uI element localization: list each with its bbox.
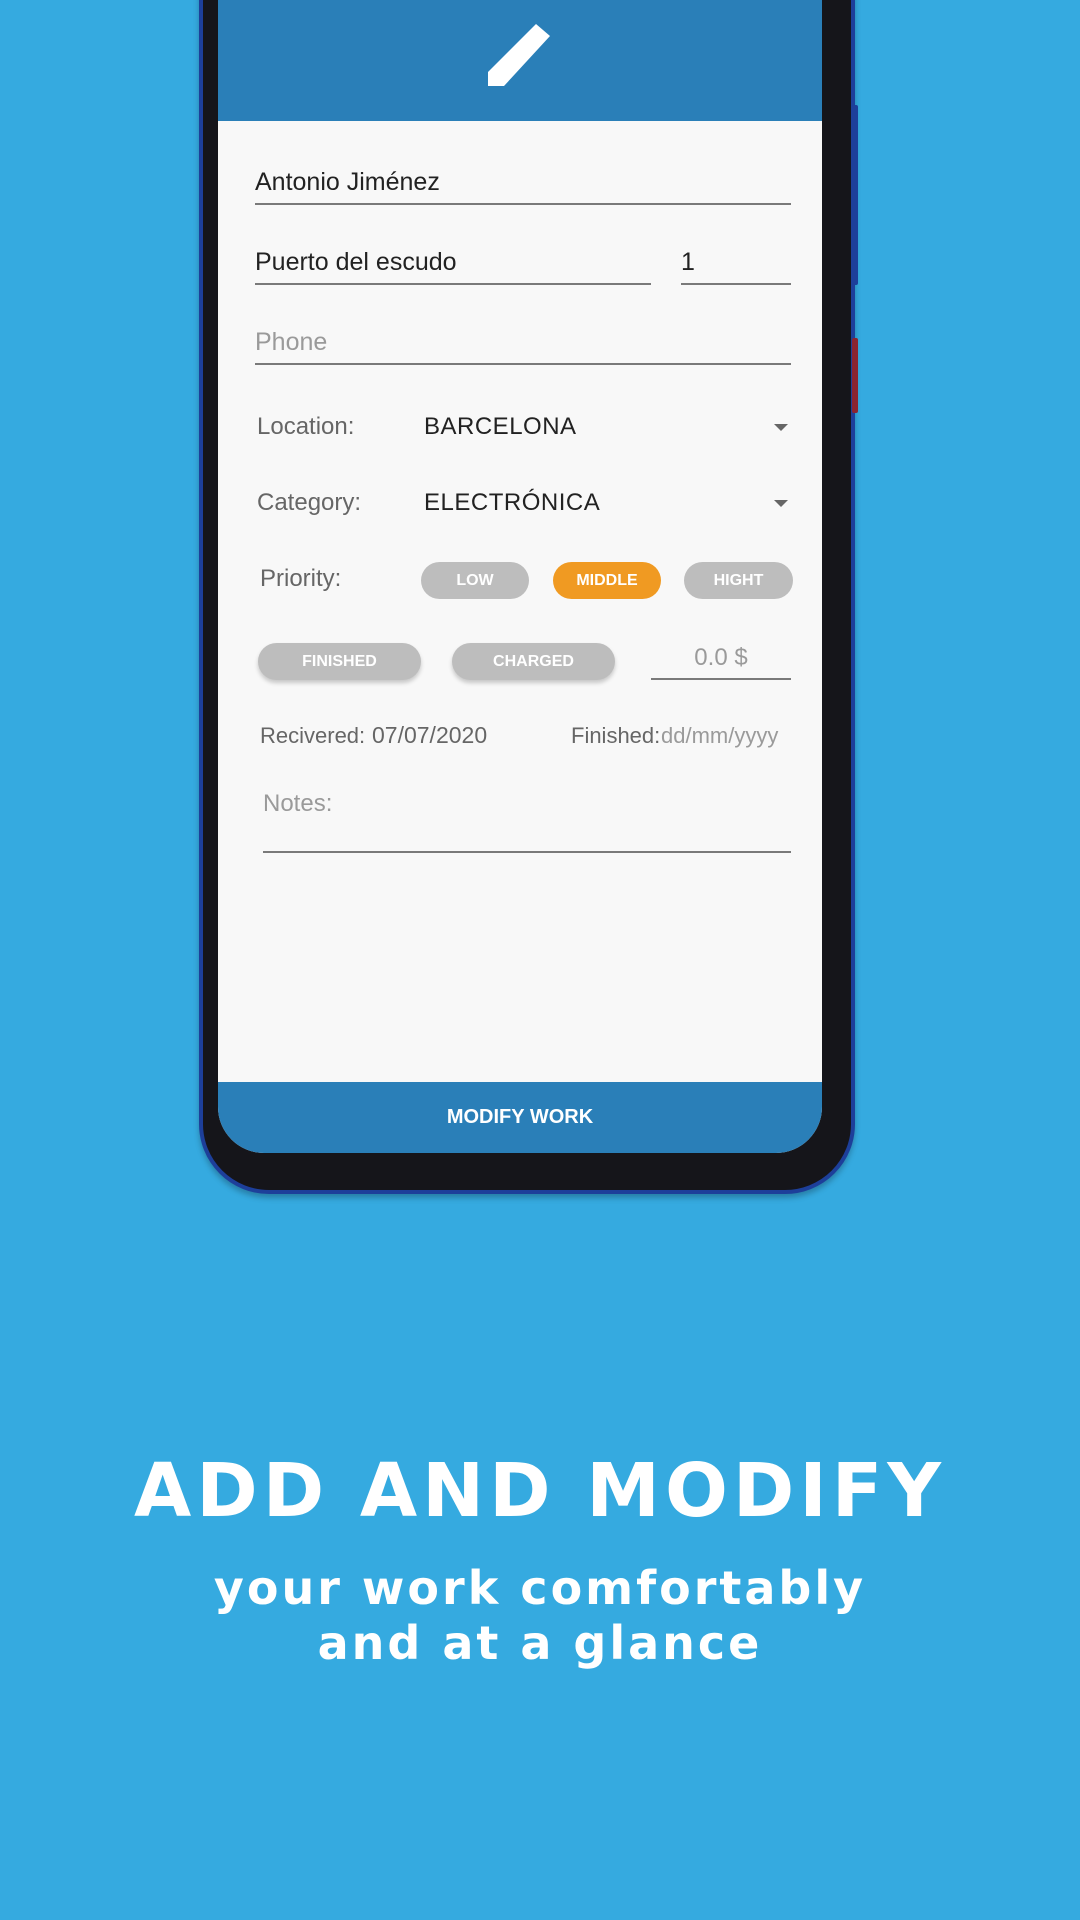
dropdown-arrow-icon	[774, 500, 788, 507]
received-label: Recivered:	[260, 723, 366, 748]
received-date[interactable]: 07/07/2020	[372, 722, 487, 749]
modify-work-button[interactable]: MODIFY WORK	[218, 1082, 822, 1153]
finished-date-input[interactable]: dd/mm/yyyy	[661, 723, 778, 749]
promo-subtitle-line2: and at a glance	[317, 1616, 763, 1670]
modify-work-label: MODIFY WORK	[446, 1106, 594, 1128]
power-button	[852, 338, 858, 413]
dropdown-arrow-icon	[774, 424, 788, 431]
address-value: Puerto del escudo	[255, 248, 457, 276]
promo-title: ADD AND MODIFY	[134, 1448, 946, 1534]
charged-button[interactable]: CHARGED	[452, 643, 615, 680]
price-input[interactable]: 0.0 $	[651, 644, 791, 680]
promo-subtitle-line1: your work comfortably	[213, 1561, 867, 1615]
address-input[interactable]: Puerto del escudo	[255, 248, 651, 285]
priority-label: Priority:	[260, 565, 342, 592]
category-value: ELECTRÓNICA	[424, 489, 601, 516]
category-label: Category:	[257, 489, 362, 516]
name-value: Antonio Jiménez	[255, 168, 440, 196]
volume-button	[852, 105, 858, 285]
finished-label: Finished:	[571, 723, 661, 748]
number-value: 1	[681, 248, 695, 276]
phone-input[interactable]: Phone	[255, 328, 791, 365]
name-input[interactable]: Antonio Jiménez	[255, 168, 791, 205]
location-dropdown[interactable]: BARCELONA	[418, 405, 793, 449]
location-value: BARCELONA	[424, 413, 577, 440]
price-placeholder: 0.0 $	[694, 644, 748, 671]
app-header	[218, 0, 822, 121]
location-label: Location:	[257, 413, 355, 440]
app-screen: Antonio Jiménez Puerto del escudo 1 Phon…	[218, 0, 822, 1153]
category-dropdown[interactable]: ELECTRÓNICA	[418, 481, 793, 525]
notes-input[interactable]: Notes:	[263, 790, 791, 853]
priority-low-chip[interactable]: LOW	[421, 562, 529, 599]
finished-button[interactable]: FINISHED	[258, 643, 421, 680]
priority-hight-chip[interactable]: HIGHT	[684, 562, 793, 599]
notes-placeholder: Notes:	[263, 790, 333, 817]
number-input[interactable]: 1	[681, 248, 791, 285]
priority-middle-chip[interactable]: MIDDLE	[553, 562, 661, 599]
pencil-icon	[488, 24, 550, 86]
phone-placeholder: Phone	[255, 328, 328, 356]
